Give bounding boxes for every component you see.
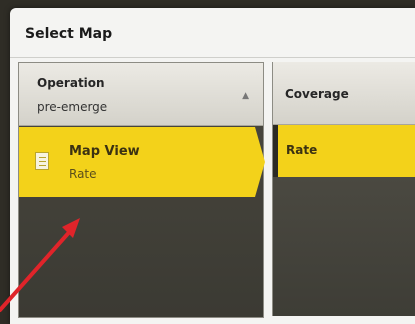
title-divider (10, 57, 415, 58)
coverage-header: Coverage (273, 62, 415, 125)
annotation-arrow-icon (0, 218, 80, 312)
operation-selector[interactable]: Operation pre-emerge ▲ (19, 63, 263, 126)
map-item-subtitle: Rate (69, 167, 97, 181)
map-item-title: Map View (69, 144, 140, 159)
dropdown-caret-icon: ▲ (242, 91, 249, 101)
coverage-item-rate[interactable]: Rate (273, 125, 415, 177)
coverage-label: Coverage (285, 87, 349, 101)
coverage-item-label: Rate (286, 143, 318, 157)
operation-value: pre-emerge (37, 100, 108, 114)
dialog-title: Select Map (25, 26, 113, 42)
coverage-panel: Coverage Rate (272, 62, 415, 316)
map-list-item-map-view[interactable]: Map View Rate (19, 127, 265, 197)
document-icon (35, 152, 49, 170)
operation-label: Operation (37, 76, 105, 90)
